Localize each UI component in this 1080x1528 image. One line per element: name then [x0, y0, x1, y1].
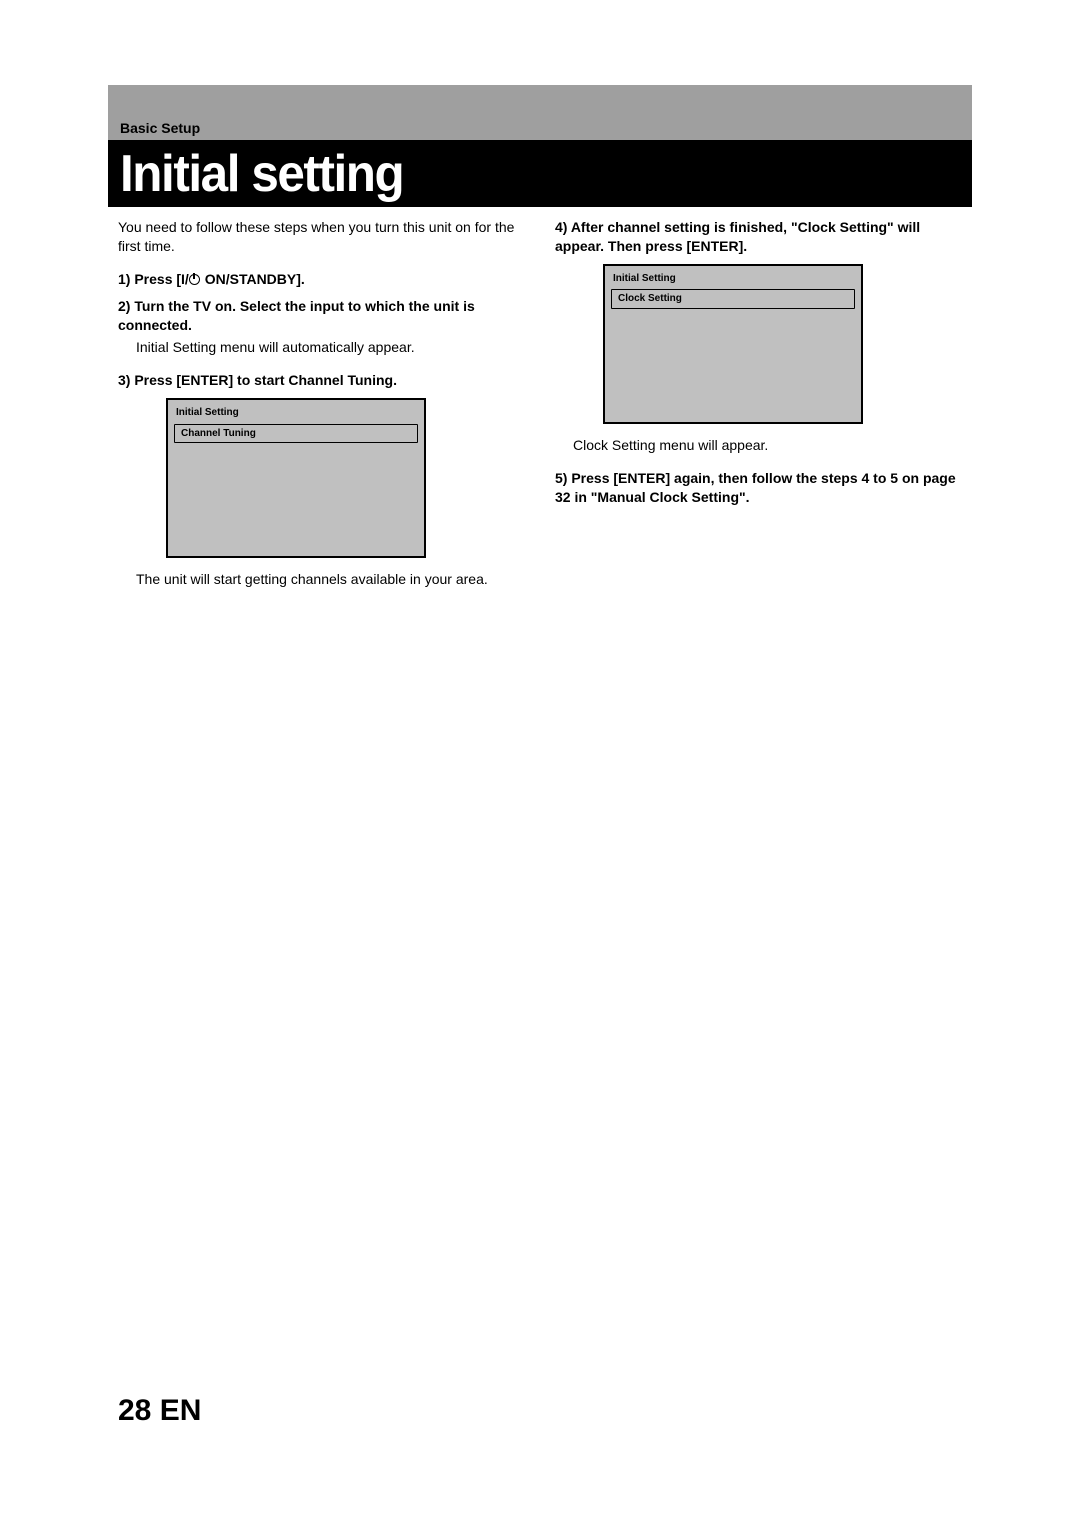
content-columns: You need to follow these steps when you … [118, 218, 962, 603]
step-3: 3) Press [ENTER] to start Channel Tuning… [118, 371, 525, 390]
title-band: Initial setting [108, 140, 972, 207]
step-4-note: Clock Setting menu will appear. [573, 436, 962, 455]
step-1: 1) Press [I/ ON/STANDBY]. [118, 270, 525, 289]
right-column: 4) After channel setting is finished, "C… [555, 218, 962, 603]
header-gray-band [108, 85, 972, 140]
step-2: 2) Turn the TV on. Select the input to w… [118, 297, 525, 335]
menu-box-channel-tuning: Initial Setting Channel Tuning [166, 398, 426, 558]
step-2-note: Initial Setting menu will automatically … [136, 338, 525, 357]
section-label: Basic Setup [120, 120, 200, 136]
step-4: 4) After channel setting is finished, "C… [555, 218, 962, 256]
step1-text-post: ON/STANDBY]. [201, 271, 305, 287]
page-footer: 28 EN [118, 1394, 201, 1428]
page-lang: EN [160, 1394, 202, 1427]
step-3-note: The unit will start getting channels ava… [136, 570, 525, 589]
step1-text-pre: 1) Press [I/ [118, 271, 189, 287]
page-number: 28 [118, 1394, 151, 1427]
left-column: You need to follow these steps when you … [118, 218, 525, 603]
menu-box-clock-setting: Initial Setting Clock Setting [603, 264, 863, 424]
intro-text: You need to follow these steps when you … [118, 218, 525, 256]
menu-right-item: Clock Setting [611, 289, 855, 309]
menu-left-title: Initial Setting [176, 406, 418, 420]
page-title: Initial setting [120, 144, 403, 204]
step-5: 5) Press [ENTER] again, then follow the … [555, 469, 962, 507]
power-icon [189, 274, 200, 285]
menu-right-title: Initial Setting [613, 272, 855, 286]
manual-page: Basic Setup Initial setting You need to … [0, 0, 1080, 1528]
menu-left-item: Channel Tuning [174, 424, 418, 444]
